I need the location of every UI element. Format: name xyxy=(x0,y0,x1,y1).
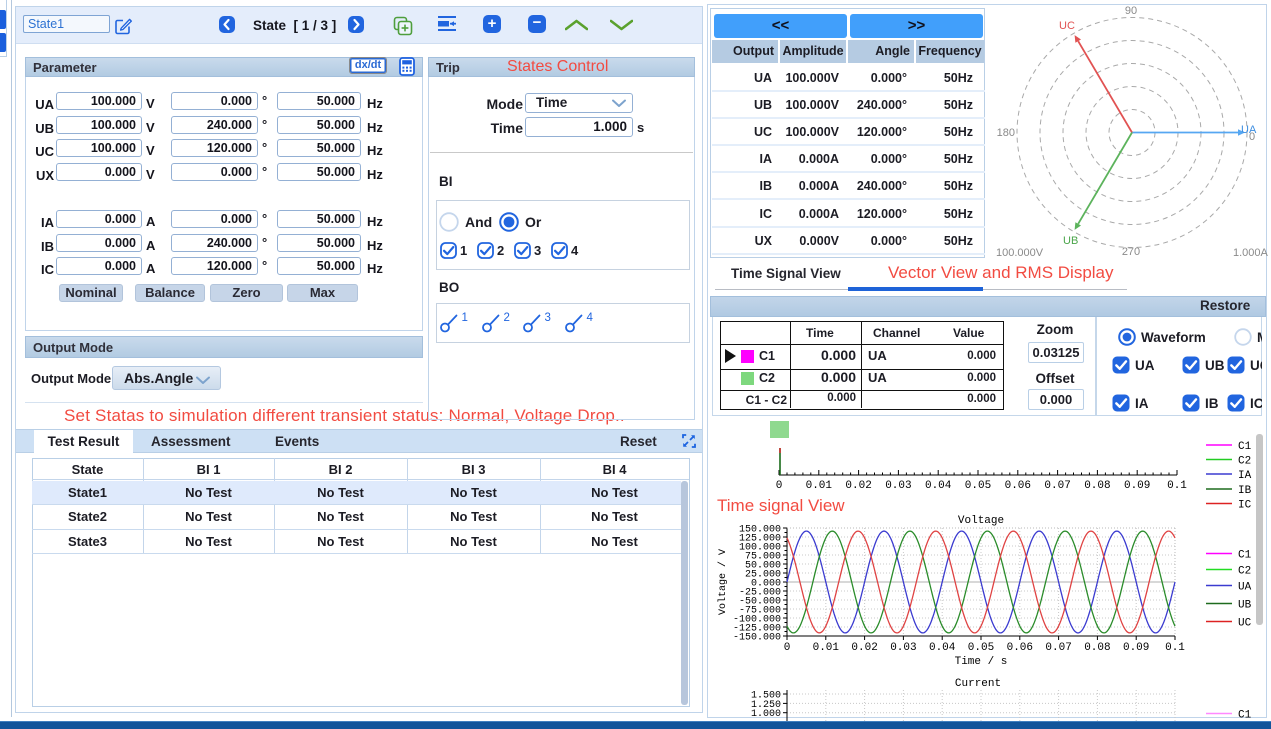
svg-text:1.000: 1.000 xyxy=(751,709,781,720)
svg-text:Current: Current xyxy=(955,678,1001,690)
